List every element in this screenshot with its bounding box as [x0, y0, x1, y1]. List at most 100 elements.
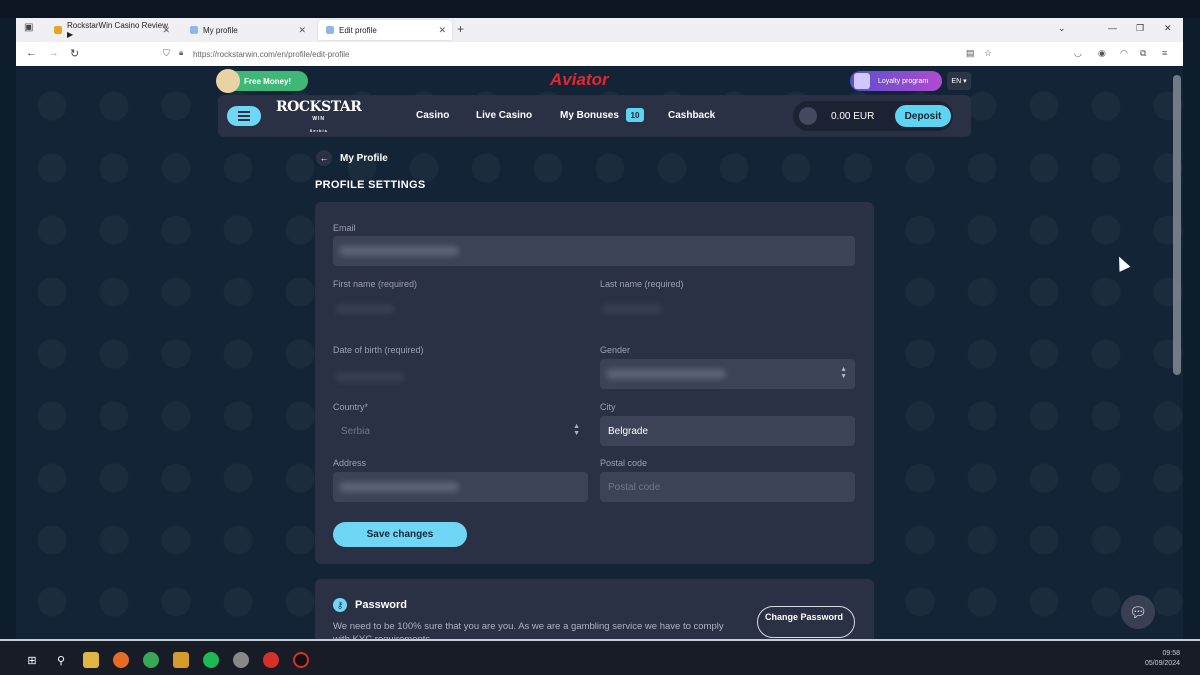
web-page: Free Money! Aviator Loyalty program EN ▾… — [16, 67, 1183, 639]
chat-button[interactable]: 💬︎ — [1121, 595, 1155, 629]
tab-dropdown-icon[interactable]: ⌄ — [1058, 23, 1066, 34]
email-field[interactable] — [333, 236, 855, 266]
browser-chrome: ▣ RockstarWin Casino Review ▶ ✕ My profi… — [16, 18, 1183, 66]
tab-list-icon[interactable]: ▣ — [24, 22, 33, 33]
country-value: Serbia — [341, 425, 370, 437]
nav-my-bonuses[interactable]: My Bonuses — [560, 110, 619, 121]
close-tab-icon[interactable]: ✕ — [438, 25, 446, 36]
firefox-icon[interactable] — [113, 652, 129, 668]
aviator-logo[interactable]: Aviator — [550, 70, 609, 90]
nav-live-casino[interactable]: Live Casino — [476, 110, 532, 121]
country-select[interactable]: Serbia ▲ ▼ — [333, 416, 588, 446]
city-label: City — [600, 402, 616, 412]
promo-label: Free Money! — [244, 76, 292, 86]
last-name-field[interactable] — [602, 304, 662, 314]
minimize-button[interactable]: — — [1108, 23, 1117, 33]
reader-icon[interactable]: ▤ — [966, 48, 975, 59]
tab-title: Edit profile — [339, 25, 377, 35]
puzzle-icon[interactable]: ⧉ — [1140, 48, 1146, 59]
password-title: Password — [355, 599, 407, 611]
extension-icon[interactable]: ◠ — [1120, 48, 1128, 59]
postal-code-placeholder: Postal code — [608, 481, 661, 493]
loyalty-label: Loyalty program — [878, 77, 929, 85]
select-arrows-icon: ▲ ▼ — [840, 366, 847, 380]
screen: ▣ RockstarWin Casino Review ▶ ✕ My profi… — [0, 0, 1200, 675]
nav-casino[interactable]: Casino — [416, 110, 449, 121]
url-row: ← → ↻ ⛉ 🔒︎ https://rockstarwin.com/en/pr… — [16, 42, 1183, 66]
file-explorer-icon[interactable] — [83, 652, 99, 668]
free-money-button[interactable]: Free Money! — [216, 69, 308, 93]
avatar[interactable] — [799, 107, 817, 125]
tab-edit-profile[interactable]: Edit profile ✕ — [318, 20, 452, 40]
address-field[interactable] — [333, 472, 588, 502]
gender-select[interactable]: ▲ ▼ — [600, 359, 855, 389]
postal-code-label: Postal code — [600, 458, 648, 468]
nav-cashback[interactable]: Cashback — [668, 110, 715, 121]
postal-code-field[interactable]: Postal code — [600, 472, 855, 502]
password-section: ⚷ Password We need to be 100% sure that … — [315, 579, 874, 639]
app-icon[interactable] — [233, 652, 249, 668]
site-logo[interactable]: ROCKSTAR WIN Serbia — [276, 100, 362, 137]
bookmark-star-icon[interactable]: ☆ — [984, 48, 992, 59]
deposit-button[interactable]: Deposit — [895, 105, 951, 127]
favicon-icon — [326, 26, 334, 34]
tab-title: My profile — [203, 25, 238, 35]
url-text: https://rockstarwin.com/en/profile/edit-… — [193, 49, 350, 59]
gift-icon — [216, 69, 240, 93]
windows-start-icon[interactable]: ⊞ — [24, 652, 40, 668]
tab-title: RockstarWin Casino Review ▶ — [66, 21, 168, 39]
record-icon[interactable] — [293, 652, 309, 668]
clock-time: 09:58 — [1162, 650, 1180, 657]
city-value: Belgrade — [608, 425, 649, 437]
back-to-profile[interactable]: ← My Profile — [316, 150, 388, 166]
password-description: We need to be 100% sure that you are you… — [333, 621, 724, 639]
address-bar[interactable]: ⛉ 🔒︎ https://rockstarwin.com/en/profile/… — [161, 45, 981, 63]
clock-date: 05/09/2024 — [1144, 660, 1180, 667]
tab-review[interactable]: RockstarWin Casino Review ▶ ✕ — [46, 20, 176, 40]
chrome-icon[interactable] — [143, 652, 159, 668]
app-icon[interactable] — [173, 652, 189, 668]
language-selector[interactable]: EN ▾ — [947, 72, 971, 90]
menu-icon[interactable]: ≡ — [1162, 48, 1167, 58]
dob-field[interactable] — [335, 372, 405, 382]
search-icon[interactable]: ⚲ — [53, 652, 69, 668]
reload-icon[interactable]: ↻ — [70, 47, 79, 60]
city-field[interactable]: Belgrade — [600, 416, 855, 446]
forward-icon[interactable]: → — [48, 47, 59, 59]
back-icon[interactable]: ← — [26, 47, 37, 59]
spotify-icon[interactable] — [203, 652, 219, 668]
page-scrollbar[interactable] — [1173, 75, 1181, 375]
close-window-button[interactable]: ✕ — [1164, 23, 1172, 34]
change-password-button[interactable]: Change Password — [757, 606, 855, 638]
loyalty-program-button[interactable]: Loyalty program — [850, 71, 942, 91]
favicon-icon — [54, 26, 62, 34]
pocket-icon[interactable]: ◡ — [1074, 48, 1082, 59]
balance-widget: 0.00 EUR Deposit — [793, 101, 953, 131]
gender-label: Gender — [600, 345, 631, 355]
hamburger-menu-button[interactable] — [227, 106, 261, 126]
favicon-icon — [190, 26, 198, 34]
maximize-button[interactable]: ❐ — [1136, 23, 1144, 34]
page-title: PROFILE SETTINGS — [315, 179, 426, 191]
select-arrows-icon: ▲ ▼ — [573, 423, 580, 437]
save-changes-button[interactable]: Save changes — [333, 522, 467, 547]
logo-region: Serbia — [309, 128, 328, 133]
arrow-left-icon[interactable]: ← — [316, 150, 332, 166]
close-tab-icon[interactable]: ✕ — [162, 25, 170, 36]
first-name-field[interactable] — [335, 304, 395, 314]
app-icon[interactable] — [263, 652, 279, 668]
new-tab-button[interactable]: + — [457, 22, 464, 36]
loyalty-icon — [854, 73, 870, 89]
last-name-label: Last name (required) — [600, 279, 684, 289]
profile-form: Email First name (required) Last name (r… — [315, 202, 874, 564]
clock[interactable]: 09:58 05/09/2024 — [1145, 649, 1180, 669]
os-taskbar: ⊞ ⚲ 09:58 05/09/2024 — [0, 639, 1200, 675]
key-icon: ⚷ — [333, 598, 347, 612]
dob-label: Date of birth (required) — [333, 345, 424, 355]
account-icon[interactable]: ◉ — [1098, 48, 1106, 59]
main-navbar: ROCKSTAR WIN Serbia Casino Live Casino M… — [218, 95, 971, 137]
tab-strip: ▣ RockstarWin Casino Review ▶ ✕ My profi… — [16, 18, 1183, 42]
first-name-label: First name (required) — [333, 279, 418, 289]
close-tab-icon[interactable]: ✕ — [298, 25, 306, 36]
tab-my-profile[interactable]: My profile ✕ — [182, 20, 312, 40]
